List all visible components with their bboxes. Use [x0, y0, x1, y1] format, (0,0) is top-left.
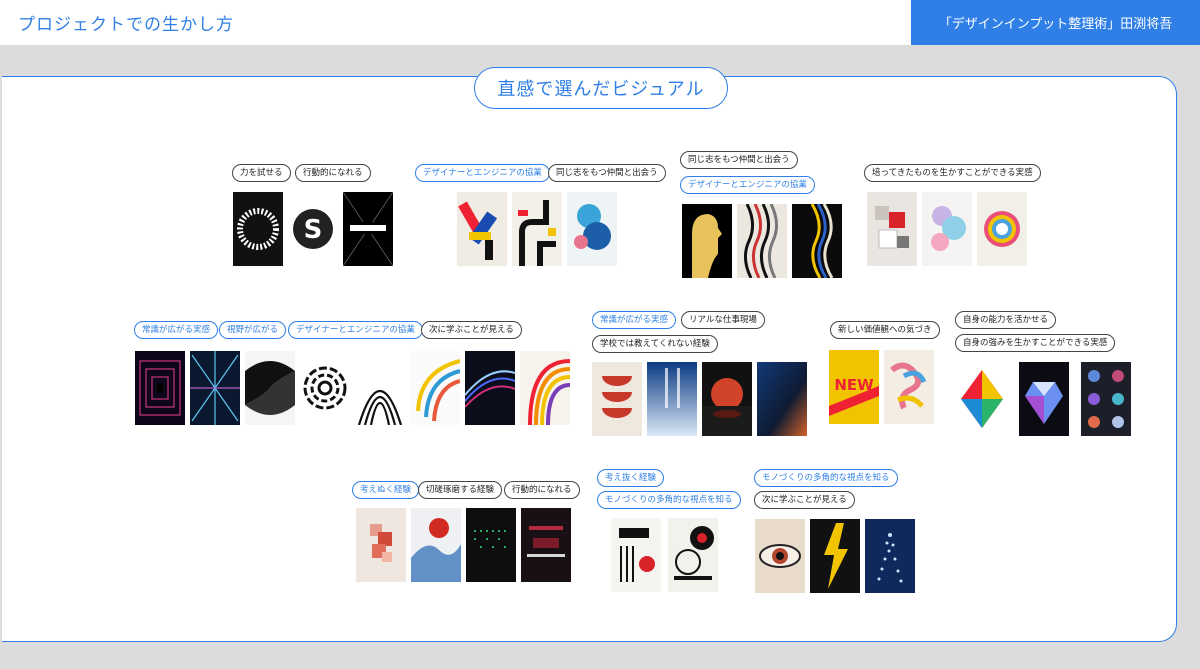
svg-text:NEW: NEW — [834, 376, 874, 394]
tag: モノづくりの多角的な視点を知る — [754, 469, 898, 487]
tag: モノづくりの多角的な視点を知る — [597, 491, 741, 509]
color-ribbon-poster — [410, 351, 460, 425]
black-pipe-lines-poster — [512, 192, 562, 266]
eye-poster — [755, 519, 805, 593]
tag: 切磋琢磨する経験 — [418, 481, 503, 499]
tag: 自身の強みを生かすことができる実感 — [955, 334, 1116, 352]
dark-red-glitch-poster — [521, 508, 571, 582]
purple-tunnel-poster — [135, 351, 185, 425]
colorful-3d-text-poster — [884, 350, 934, 424]
panel-title: 直感で選んだビジュアル — [474, 67, 728, 109]
tag: 力を試せる — [232, 164, 291, 182]
blue-gradient-poster — [647, 362, 697, 436]
tag: 同じ志をもつ仲間と出会う — [680, 151, 798, 169]
stripe-arch-poster — [355, 351, 405, 425]
tag: デザイナーとエンジニアの協業 — [288, 321, 423, 339]
pixel-blur-poster — [356, 508, 406, 582]
colorful-diamond-poster — [957, 362, 1007, 436]
green-grid-poster — [466, 508, 516, 582]
light-trail-poster — [465, 351, 515, 425]
colorful-ring-poster — [977, 192, 1027, 266]
tag: 学校では教えてくれない経験 — [592, 335, 718, 353]
header-bar: プロジェクトでの生かし方 「デザインインプット整理術」田渕将吾 — [0, 0, 1200, 45]
blue-orange-gradient-poster — [757, 362, 807, 436]
svg-text:S: S — [304, 215, 323, 245]
geometric-shapes-poster — [457, 192, 507, 266]
new-typography-poster: NEW — [829, 350, 879, 424]
red-cubes-poster — [867, 192, 917, 266]
wavy-profile-faces-poster — [792, 204, 842, 278]
blue-burst-poster — [190, 351, 240, 425]
tag: 行動的になれる — [295, 164, 371, 182]
tag: 自身の能力を活かせる — [955, 311, 1057, 329]
tag: 視野が広がる — [219, 321, 287, 339]
red-sphere-poster — [702, 362, 752, 436]
circle-geometric-poster — [668, 518, 718, 592]
impact-text-poster — [343, 192, 393, 266]
particle-figure-poster — [865, 519, 915, 593]
tag: 考えぬく経験 — [352, 481, 420, 499]
tag: 次に学ぶことが見える — [421, 321, 522, 339]
tag: 培ってきたものを生かすことができる実感 — [864, 164, 1041, 182]
black-swirl-poster — [245, 351, 295, 425]
bw-geometric-poster — [611, 518, 661, 592]
white-burst-poster — [233, 192, 283, 266]
tag: 考え抜く経験 — [597, 469, 665, 487]
tag: 常識が広がる実感 — [134, 321, 219, 339]
lightning-poster — [810, 519, 860, 593]
blue-smoke-poster — [411, 508, 461, 582]
red-semicircles-poster — [592, 362, 642, 436]
tag: デザイナーとエンジニアの協業 — [415, 164, 550, 182]
crystal-gem-poster — [1019, 362, 1069, 436]
gemstones-grid-poster — [1081, 362, 1131, 436]
letter-s-burst-poster: S — [288, 192, 338, 266]
tag: 行動的になれる — [504, 481, 580, 499]
maze-circle-poster — [300, 351, 350, 425]
tag: 次に学ぶことが見える — [754, 491, 855, 509]
page-title: プロジェクトでの生かし方 — [18, 15, 234, 35]
source-label: 「デザインインプット整理術」田渕将吾 — [911, 0, 1200, 45]
tag: デザイナーとエンジニアの協業 — [680, 176, 815, 194]
tag: 常識が広がる実感 — [592, 311, 677, 329]
tag: 同じ志をもつ仲間と出会う — [548, 164, 666, 182]
striped-profile-faces-poster — [737, 204, 787, 278]
yellow-profile-faces-poster — [682, 204, 732, 278]
tag: 新しい価値観への気づき — [830, 321, 940, 339]
rainbow-curves-poster — [520, 351, 570, 425]
gradient-blobs-poster — [922, 192, 972, 266]
blue-fluid-shapes-poster — [567, 192, 617, 266]
tag: リアルな仕事現場 — [681, 311, 765, 329]
